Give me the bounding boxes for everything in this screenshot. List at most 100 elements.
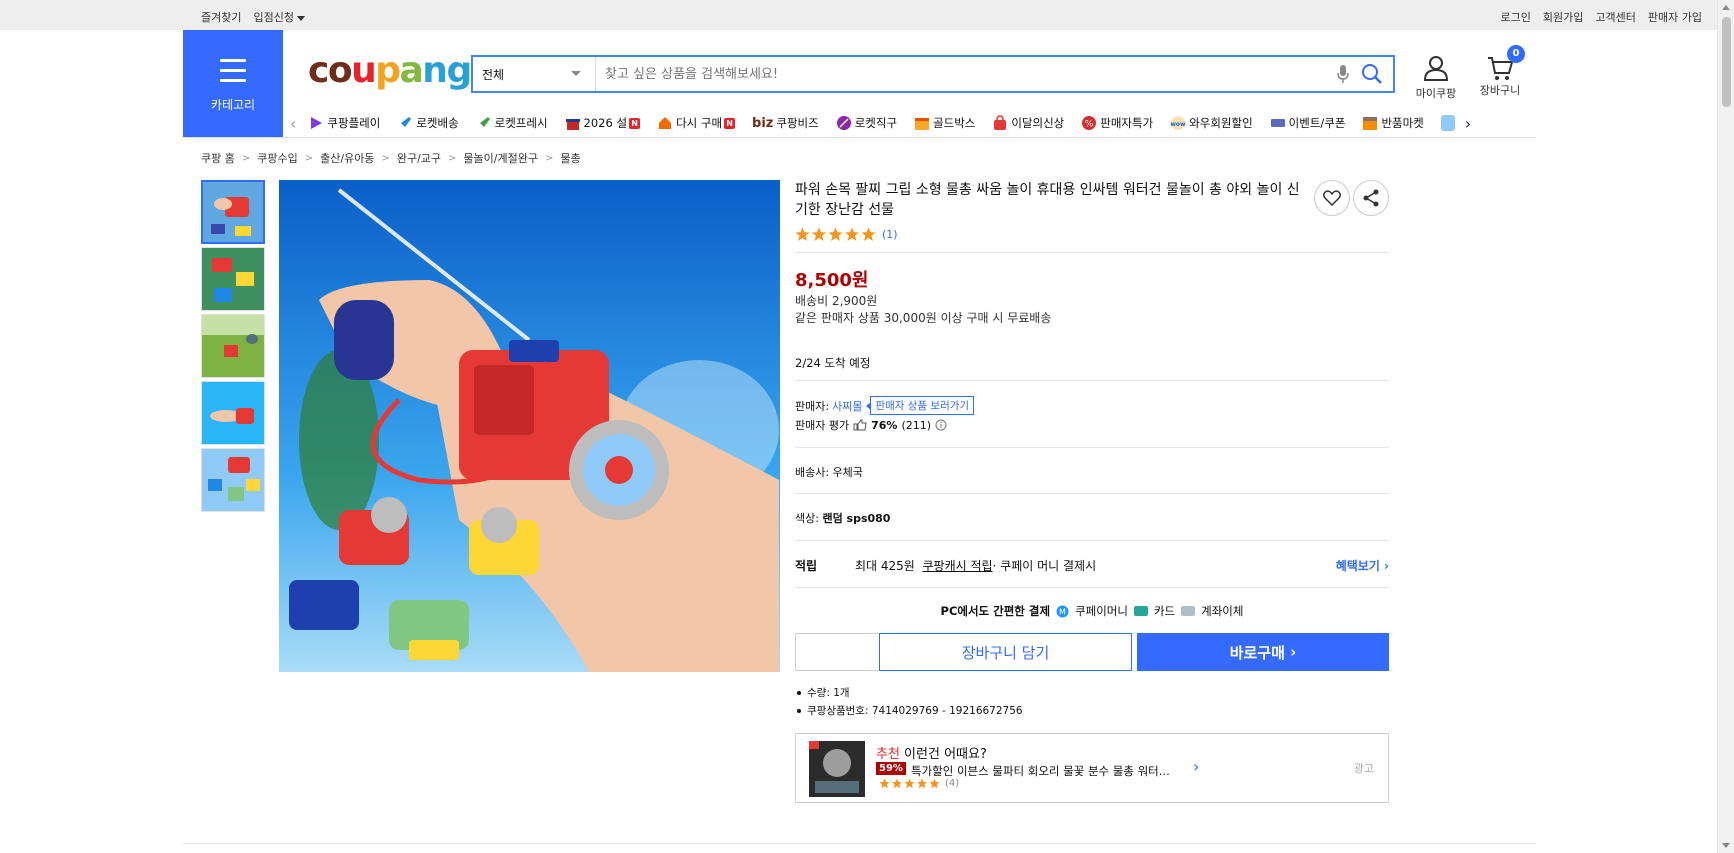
- seller-signup-link[interactable]: 판매자 가입: [1648, 9, 1702, 25]
- product-main-image[interactable]: [279, 180, 780, 672]
- scrollbar-thumb[interactable]: [1722, 17, 1731, 107]
- list-item: 수량: 1개: [795, 685, 1023, 700]
- breadcrumb-item[interactable]: 쿠팡 홈: [201, 150, 235, 166]
- add-to-cart-button[interactable]: 장바구니 담기: [879, 633, 1132, 671]
- rocket-fresh-icon: [477, 117, 490, 129]
- signup-link[interactable]: 회원가입: [1543, 9, 1583, 25]
- breadcrumb-item[interactable]: 쿠팡수입: [257, 150, 297, 166]
- quicknav-goldbox[interactable]: 골드박스: [914, 115, 975, 131]
- recommendation-image: [809, 741, 865, 797]
- benefits-link[interactable]: 혜택보기 ›: [1336, 557, 1389, 574]
- newbag-icon: [994, 115, 1007, 130]
- product-thumbnail[interactable]: [201, 247, 265, 311]
- repurchase-icon: [659, 117, 672, 129]
- scroll-up-icon[interactable]: [1722, 5, 1730, 10]
- search-input[interactable]: [596, 57, 1335, 91]
- shipping-fee: 배송비 2,900원: [795, 294, 878, 308]
- quicknav-return-market[interactable]: 반품마켓: [1362, 115, 1424, 131]
- breadcrumb-item[interactable]: 출산/유아동: [320, 150, 374, 166]
- product-title: 파워 손목 팔찌 그립 소형 물총 싸움 놀이 휴대용 인싸템 워터건 물놀이 …: [795, 182, 1300, 218]
- breadcrumb-separator-icon: >: [448, 152, 457, 164]
- cart-count-badge: 0: [1507, 45, 1525, 63]
- chevron-right-icon[interactable]: ›: [1193, 757, 1199, 776]
- bank-transfer-icon: [1181, 606, 1196, 616]
- global-icon: [836, 116, 851, 130]
- category-menu-button[interactable]: 카테고리: [183, 30, 283, 137]
- dropdown-arrow-icon: [571, 71, 581, 76]
- quicknav-rocket-fresh[interactable]: 로켓프레시: [476, 115, 548, 131]
- quicknav-repurchase[interactable]: 다시 구매 N: [657, 115, 736, 131]
- quicknav-coupangplay[interactable]: 쿠팡플레이: [308, 115, 380, 131]
- product-thumbnail[interactable]: [201, 180, 265, 244]
- quicknav-new-arrivals[interactable]: 이달의신상: [992, 115, 1064, 131]
- new-badge: N: [629, 117, 641, 129]
- seller-name-link[interactable]: 사찌몰: [832, 398, 862, 414]
- rating-stars[interactable]: (1): [795, 227, 898, 242]
- breadcrumb-item[interactable]: 물놀이/계절완구: [463, 150, 538, 166]
- seller-row: 판매자: 사찌몰 판매자 상품 보러가기: [795, 396, 975, 415]
- coupang-logo[interactable]: coupang: [308, 50, 472, 91]
- product-thumbnail[interactable]: [201, 448, 265, 512]
- breadcrumb-separator-icon: >: [304, 152, 314, 164]
- breadcrumb-separator-icon: >: [544, 152, 554, 164]
- caret-down-icon: [296, 15, 305, 21]
- quicknav-wow-discount[interactable]: wow 와우회원할인: [1170, 115, 1253, 131]
- color-value: 랜덤 sps080: [822, 512, 891, 525]
- search-scope-select[interactable]: 전체: [473, 57, 596, 91]
- header-divider: [183, 137, 1536, 138]
- quicknav-seller-deal[interactable]: % 판매자특가: [1081, 115, 1153, 131]
- points-row: 적립 최대 425원 쿠팡캐시 적립 · 쿠페이 머니 결제시 혜택보기 ›: [795, 557, 1389, 574]
- thumbs-up-icon: [853, 419, 867, 431]
- user-icon: [1423, 56, 1449, 81]
- quicknav-event-coupon[interactable]: 이벤트/쿠폰: [1270, 115, 1345, 131]
- biz-icon: biz: [752, 115, 774, 131]
- carrier: 배송사: 우체국: [795, 466, 863, 479]
- seller-products-link[interactable]: 판매자 상품 보러가기: [866, 396, 975, 415]
- buy-now-button[interactable]: 바로구매 ›: [1137, 633, 1389, 671]
- shipping-note: 같은 판매자 상품 30,000원 이상 구매 시 무료배송: [795, 311, 1052, 325]
- svg-text:wow: wow: [1171, 121, 1187, 128]
- product-thumbnail[interactable]: [201, 381, 265, 445]
- breadcrumb-item[interactable]: 물총: [560, 150, 580, 166]
- five-star-icon: [795, 227, 876, 241]
- wishlist-button[interactable]: [1314, 180, 1350, 216]
- search-icon[interactable]: [1361, 63, 1383, 85]
- product-thumbnail[interactable]: [201, 314, 265, 378]
- quantity-stepper: ︿ ﹀: [795, 633, 980, 671]
- review-count[interactable]: (1): [882, 228, 898, 241]
- goldbox-icon: [915, 118, 930, 130]
- chevron-left-icon[interactable]: ‹: [290, 114, 296, 133]
- seller-rating-percent: 76%: [871, 418, 898, 432]
- recommendation-card[interactable]: 추천 이런건 어때요? 59% 특가할인 이븐스 물파티 회오리 물꽃 분수 물…: [795, 733, 1389, 803]
- breadcrumb-separator-icon: >: [241, 152, 251, 164]
- gift-icon: [565, 119, 580, 130]
- divider: [795, 380, 1389, 381]
- percent-icon: %: [1082, 116, 1097, 130]
- svg-text:M: M: [1059, 607, 1066, 616]
- cart-button[interactable]: 0 장바구니: [1477, 45, 1525, 98]
- quicknav-rocket[interactable]: 로켓배송: [397, 115, 459, 131]
- quicknav-rocket-global[interactable]: 로켓직구: [836, 115, 897, 131]
- mycoupang-button[interactable]: 마이쿠팡: [1413, 54, 1459, 101]
- partial-nav-icon: [1440, 115, 1455, 131]
- customer-center-link[interactable]: 고객센터: [1595, 9, 1635, 25]
- microphone-icon[interactable]: [1335, 63, 1351, 85]
- cart-label: 장바구니: [1479, 84, 1521, 97]
- bookmark-link[interactable]: 즐겨찾기: [201, 9, 241, 25]
- coupang-cash-link[interactable]: 쿠팡캐시 적립: [922, 557, 992, 574]
- breadcrumb-item[interactable]: 완구/교구: [397, 150, 441, 166]
- share-button[interactable]: [1353, 180, 1389, 216]
- login-link[interactable]: 로그인: [1501, 9, 1531, 25]
- scroll-down-icon[interactable]: [1722, 843, 1730, 848]
- divider: [795, 493, 1389, 494]
- five-star-icon: [879, 778, 940, 789]
- quicknav-2026-seol[interactable]: 2026 설N: [565, 115, 641, 131]
- seller-apply-link[interactable]: 입점신청: [253, 9, 305, 25]
- page-scrollbar[interactable]: [1717, 0, 1734, 853]
- quicknav-coupangbiz[interactable]: biz 쿠팡비즈: [752, 115, 819, 131]
- mycoupang-label: 마이쿠팡: [1415, 87, 1457, 100]
- recommendation-heading: 추천 이런건 어때요?: [876, 747, 987, 762]
- heart-icon: [1323, 190, 1341, 206]
- chevron-right-icon[interactable]: ›: [1465, 114, 1471, 133]
- info-icon[interactable]: [935, 419, 947, 431]
